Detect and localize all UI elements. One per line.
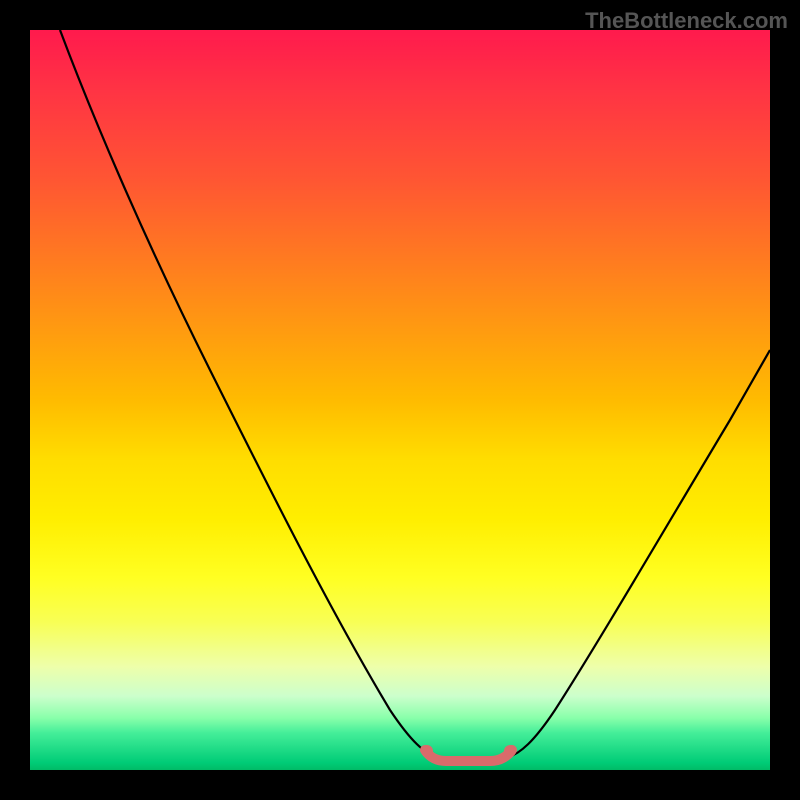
- curve-svg: [30, 30, 770, 770]
- watermark-text: TheBottleneck.com: [585, 8, 788, 34]
- bottleneck-curve-line: [60, 30, 770, 761]
- valley-highlight-marker: [421, 745, 516, 761]
- plot-area: [30, 30, 770, 770]
